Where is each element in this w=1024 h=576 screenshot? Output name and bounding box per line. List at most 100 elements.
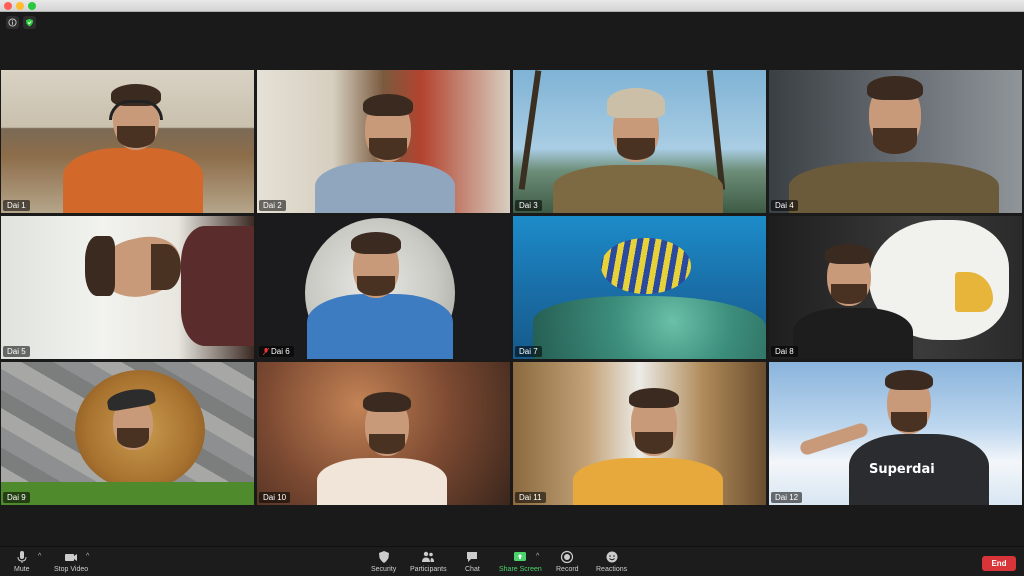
participant-name: Dai 1 bbox=[3, 200, 30, 211]
participant-beard bbox=[873, 128, 917, 154]
coral bbox=[533, 296, 766, 359]
record-label: Record bbox=[556, 566, 579, 573]
participant-hair bbox=[885, 370, 933, 390]
maximize-window-button[interactable] bbox=[28, 2, 36, 10]
reactions-label: Reactions bbox=[596, 566, 628, 573]
participant-name: Dai 8 bbox=[771, 346, 798, 357]
mute-button[interactable]: Mute bbox=[14, 550, 30, 573]
security-label: Security bbox=[371, 566, 397, 573]
share-options-chevron-icon[interactable]: ^ bbox=[536, 553, 539, 560]
participant-name-label: Dai 2 bbox=[263, 201, 282, 210]
participant-name: Dai 6 bbox=[259, 346, 294, 357]
record-icon bbox=[561, 550, 574, 564]
participant-beard bbox=[151, 244, 181, 290]
stop-video-button[interactable]: Stop Video bbox=[54, 550, 88, 573]
smiley-icon bbox=[606, 551, 618, 563]
video-tile[interactable]: Dai 8 bbox=[769, 216, 1022, 359]
participants-button[interactable]: Participants bbox=[410, 550, 447, 573]
mic-muted-icon bbox=[263, 348, 269, 355]
participant-beard bbox=[369, 138, 407, 160]
participant-name-label: Dai 7 bbox=[519, 347, 538, 356]
participant-beard bbox=[831, 284, 867, 304]
participant-hair bbox=[85, 236, 115, 296]
microphone-icon bbox=[17, 551, 27, 563]
video-tile-active-speaker[interactable]: Dai 9 bbox=[1, 362, 254, 505]
participant-beard bbox=[891, 412, 927, 432]
participant-body bbox=[317, 458, 447, 505]
participant-beard bbox=[117, 126, 155, 148]
chat-button[interactable]: Chat bbox=[465, 550, 480, 573]
participant-body bbox=[553, 165, 723, 213]
participant-name-label: Dai 11 bbox=[519, 493, 542, 502]
participant-name: Dai 12 bbox=[771, 492, 803, 503]
participant-body bbox=[307, 294, 453, 359]
participant-name-label: Dai 4 bbox=[775, 201, 794, 210]
video-tile[interactable]: Superdai Dai 12 bbox=[769, 362, 1022, 505]
participant-name: Dai 2 bbox=[259, 200, 286, 211]
video-tile[interactable]: Dai 11 bbox=[513, 362, 766, 505]
video-tile[interactable]: Dai 6 bbox=[257, 216, 510, 359]
tropical-fish bbox=[601, 238, 691, 294]
reactions-button[interactable]: Reactions bbox=[596, 550, 627, 573]
participant-name: Dai 7 bbox=[515, 346, 542, 357]
participant-name: Dai 5 bbox=[3, 346, 30, 357]
participant-name-label: Dai 6 bbox=[271, 347, 290, 356]
participant-hair bbox=[629, 388, 679, 408]
participant-name-label: Dai 1 bbox=[7, 201, 26, 210]
video-tile[interactable]: Dai 7 bbox=[513, 216, 766, 359]
participant-name: Dai 4 bbox=[771, 200, 798, 211]
participant-hair bbox=[363, 94, 413, 116]
end-meeting-button[interactable]: End bbox=[982, 556, 1016, 571]
shirt-logo: Superdai bbox=[869, 462, 935, 477]
video-tile[interactable]: Dai 4 bbox=[769, 70, 1022, 213]
title-bar bbox=[0, 0, 1024, 12]
security-button[interactable]: Security bbox=[371, 550, 396, 573]
participant-hair bbox=[867, 76, 923, 100]
end-label: End bbox=[991, 559, 1007, 568]
chat-bubble-icon bbox=[467, 552, 478, 562]
participant-beard bbox=[369, 434, 405, 454]
participant-name-label: Dai 3 bbox=[519, 201, 538, 210]
participant-name-label: Dai 8 bbox=[775, 347, 794, 356]
video-tile[interactable]: Dai 5 bbox=[1, 216, 254, 359]
grass bbox=[1, 482, 254, 505]
participant-body bbox=[63, 148, 203, 213]
participant-body bbox=[789, 162, 999, 213]
record-button[interactable]: Record bbox=[556, 550, 579, 573]
video-tile[interactable]: Dai 1 bbox=[1, 70, 254, 213]
share-screen-icon bbox=[514, 552, 527, 561]
participant-beard bbox=[357, 276, 395, 296]
participant-beard bbox=[617, 138, 655, 160]
participant-body bbox=[793, 308, 913, 359]
shield-icon[interactable] bbox=[23, 16, 36, 29]
info-icon[interactable] bbox=[6, 16, 19, 29]
headphones-icon bbox=[109, 100, 163, 120]
video-options-chevron-icon[interactable]: ^ bbox=[86, 553, 89, 560]
stop-video-label: Stop Video bbox=[54, 566, 89, 573]
share-screen-label: Share Screen bbox=[499, 566, 542, 573]
participants-icon bbox=[422, 551, 435, 562]
participant-hair bbox=[363, 392, 411, 412]
beanie-hat bbox=[607, 88, 665, 118]
gallery-view: Dai 1 Dai 2 Dai 3 Dai 4 Dai 5 Dai 6 Dai … bbox=[1, 70, 1023, 506]
participant-name-label: Dai 9 bbox=[7, 493, 26, 502]
shield-icon bbox=[378, 551, 389, 563]
participant-name-label: Dai 12 bbox=[775, 493, 799, 502]
participant-hair bbox=[351, 232, 401, 254]
participant-hair bbox=[825, 244, 873, 264]
zoom-meeting-window: Dai 1 Dai 2 Dai 3 Dai 4 Dai 5 Dai 6 Dai … bbox=[0, 0, 1024, 576]
minimize-window-button[interactable] bbox=[16, 2, 24, 10]
participant-name: Dai 11 bbox=[515, 492, 546, 503]
participant-name-label: Dai 5 bbox=[7, 347, 26, 356]
close-window-button[interactable] bbox=[4, 2, 12, 10]
participant-beard bbox=[635, 432, 673, 454]
video-tile[interactable]: Dai 10 bbox=[257, 362, 510, 505]
video-tile[interactable]: Dai 2 bbox=[257, 70, 510, 213]
audio-options-chevron-icon[interactable]: ^ bbox=[38, 553, 41, 560]
chat-label: Chat bbox=[465, 566, 480, 573]
mute-label: Mute bbox=[14, 566, 30, 573]
participant-beard bbox=[117, 428, 149, 448]
participants-label: Participants bbox=[410, 566, 447, 573]
video-tile[interactable]: Dai 3 bbox=[513, 70, 766, 213]
participant-name: Dai 10 bbox=[259, 492, 291, 503]
